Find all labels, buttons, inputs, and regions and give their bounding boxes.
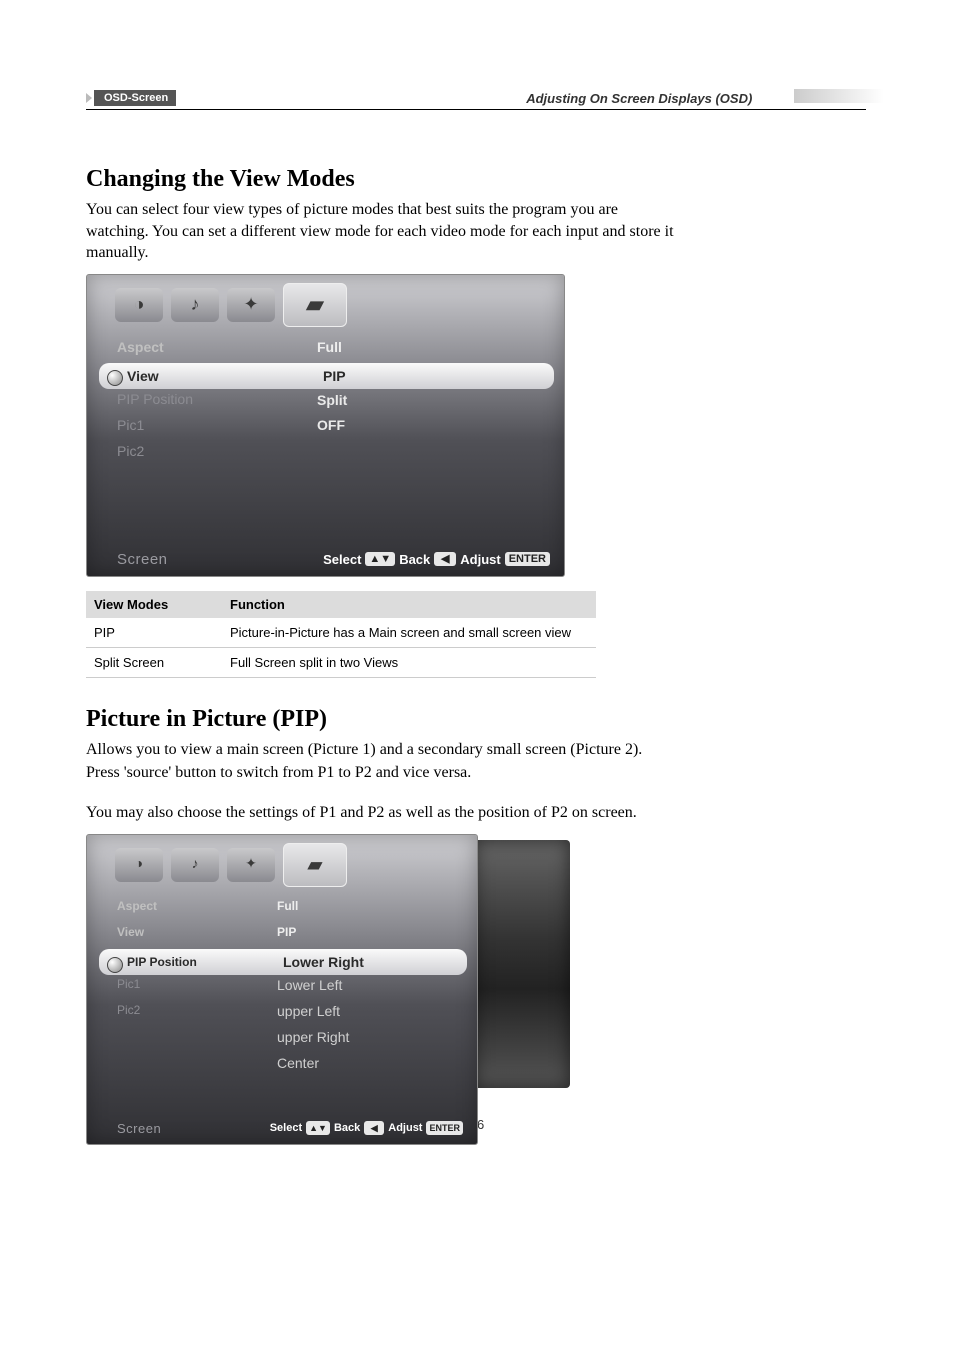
keycap-updown-icon: ▲▼	[365, 552, 395, 566]
osd2-label-aspect: Aspect	[117, 899, 277, 913]
osd2-label-pippos: PIP Position	[105, 955, 283, 969]
osd2-row-pic1: Pic1 Lower Left	[117, 975, 463, 1001]
osd-label-aspect: Aspect	[117, 339, 317, 355]
osd2-label-pic2: Pic2	[117, 1003, 277, 1017]
osd2-opt-ll: Lower Left	[277, 977, 342, 993]
td-func-split: Full Screen split in two Views	[222, 647, 596, 677]
osd2-row-opt-ur: upper Right	[117, 1027, 463, 1053]
osd-row-view-selected: View PIP	[99, 363, 554, 389]
osd2-value-aspect: Full	[277, 899, 298, 913]
osd2-row-pippos-selected: PIP Position Lower Right	[99, 949, 467, 975]
osd-label-pippos: PIP Position	[117, 391, 317, 407]
paragraph-pip-3: You may also choose the settings of P1 a…	[86, 802, 676, 824]
osd-screenshot-pip-position: ◑ ♪ ✦ ▰ Aspect Full View PIP PIP Positio…	[86, 834, 478, 1145]
osd-row-pic1: Pic1 OFF	[117, 415, 550, 441]
paragraph-pip-1: Allows you to view a main screen (Pictur…	[86, 739, 676, 761]
osd2-opt-lr: Lower Right	[283, 954, 364, 970]
osd-opt-split: Split	[317, 391, 347, 409]
osd-label-pic1: Pic1	[117, 417, 317, 433]
osd2-value-view: PIP	[277, 925, 296, 939]
hint2-select: Select	[270, 1122, 302, 1134]
keycap-enter-icon: ENTER	[505, 552, 550, 566]
osd2-row-pic2: Pic2 upper Left	[117, 1001, 463, 1027]
keycap2-updown-icon: ▲▼	[306, 1121, 330, 1135]
osd2-row-view: View PIP	[117, 923, 463, 949]
osd2-row-aspect: Aspect Full	[117, 897, 463, 923]
hint-back: Back	[399, 552, 430, 567]
osd-screenshot-view: ◑ ♪ ✦ ▰ Aspect Full View PIP PIP Positio…	[86, 274, 565, 577]
page-header: OSD-Screen Adjusting On Screen Displays …	[86, 90, 862, 106]
osd2-tab-picture-icon: ◑	[115, 848, 163, 882]
osd-tabs: ◑ ♪ ✦ ▰	[87, 275, 564, 333]
osd-view-options: PIP	[323, 367, 346, 385]
osd-row-pic2: Pic2	[117, 441, 550, 467]
keycap-left-icon: ◀	[434, 552, 456, 566]
osd2-opt-center: Center	[277, 1055, 319, 1071]
osd-footer-hints: Select ▲▼ Back ◀ Adjust ENTER	[323, 552, 550, 567]
header-underline	[86, 109, 866, 110]
osd2-footer-title: Screen	[117, 1121, 161, 1136]
osd2-footer: Screen Select ▲▼ Back ◀ Adjust ENTER	[87, 1115, 477, 1144]
osd2-row-opt-center: Center	[117, 1053, 463, 1079]
osd2-opt-ur: upper Right	[277, 1029, 349, 1045]
header-section-title: Adjusting On Screen Displays (OSD)	[176, 91, 862, 106]
osd2-tab-setup-icon: ✦	[227, 848, 275, 882]
td-mode-pip: PIP	[86, 618, 222, 648]
table-header-row: View Modes Function	[86, 591, 596, 618]
osd-tab-screen-icon: ▰	[283, 283, 347, 327]
osd-screenshot-pip-position-wrap: ◑ ♪ ✦ ▰ Aspect Full View PIP PIP Positio…	[86, 834, 564, 1096]
osd-footer-title: Screen	[117, 551, 168, 568]
hint-select: Select	[323, 552, 361, 567]
header-badge: OSD-Screen	[94, 90, 176, 106]
osd-footer: Screen Select ▲▼ Back ◀ Adjust ENTER	[87, 545, 564, 576]
osd-label-view: View	[105, 368, 323, 384]
table-row: Split Screen Full Screen split in two Vi…	[86, 647, 596, 677]
osd2-label-view: View	[117, 925, 277, 939]
hint2-adjust: Adjust	[388, 1122, 422, 1134]
heading-pip: Picture in Picture (PIP)	[86, 706, 862, 733]
td-func-pip: Picture-in-Picture has a Main screen and…	[222, 618, 596, 648]
osd-view-options-rest: Split	[317, 391, 347, 409]
osd-value-aspect: Full	[317, 339, 342, 355]
heading-view-modes: Changing the View Modes	[86, 166, 862, 193]
osd-row-pip-position: PIP Position Split	[117, 389, 550, 415]
osd2-tabs: ◑ ♪ ✦ ▰	[87, 835, 477, 893]
osd2-tab-audio-icon: ♪	[171, 848, 219, 882]
tv-preview-background	[474, 840, 570, 1088]
th-function: Function	[222, 591, 596, 618]
osd2-label-pic1: Pic1	[117, 977, 277, 991]
osd2-footer-hints: Select ▲▼ Back ◀ Adjust ENTER	[270, 1121, 463, 1135]
table-row: PIP Picture-in-Picture has a Main screen…	[86, 618, 596, 648]
th-view-modes: View Modes	[86, 591, 222, 618]
view-modes-table: View Modes Function PIP Picture-in-Pictu…	[86, 591, 596, 678]
td-mode-split: Split Screen	[86, 647, 222, 677]
hint-adjust: Adjust	[460, 552, 500, 567]
osd-tab-audio-icon: ♪	[171, 288, 219, 322]
hint2-back: Back	[334, 1122, 360, 1134]
osd-opt-off: OFF	[317, 417, 345, 433]
osd-row-aspect: Aspect Full	[117, 337, 550, 363]
osd2-opt-ul: upper Left	[277, 1003, 340, 1019]
keycap2-enter-icon: ENTER	[426, 1121, 463, 1135]
osd-tab-picture-icon: ◑	[115, 288, 163, 322]
osd-label-pic2: Pic2	[117, 443, 317, 459]
paragraph-pip-2: Press 'source' button to switch from P1 …	[86, 762, 676, 784]
osd-opt-pip: PIP	[323, 367, 346, 385]
osd-tab-setup-icon: ✦	[227, 288, 275, 322]
paragraph-view-modes: You can select four view types of pictur…	[86, 199, 676, 264]
osd2-tab-screen-icon: ▰	[283, 843, 347, 887]
keycap2-left-icon: ◀	[364, 1121, 384, 1135]
